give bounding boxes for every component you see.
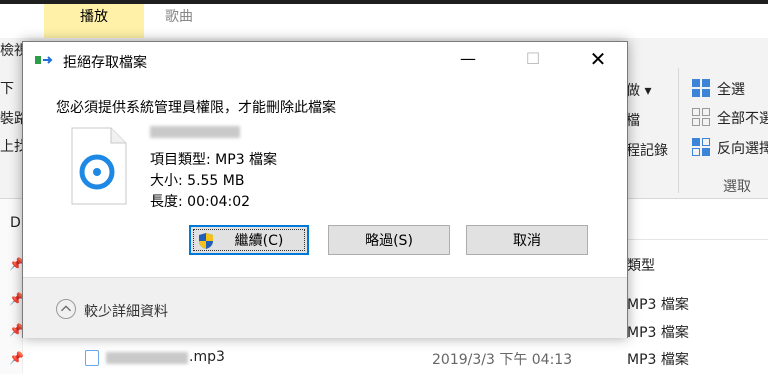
cancel-button[interactable]: 取消 — [466, 225, 588, 255]
row-type: MP3 檔案 — [627, 325, 689, 341]
file-size-line: 大小: 5.55 MB — [150, 173, 245, 189]
row-type: MP3 檔案 — [627, 297, 689, 313]
ribbon-divider — [678, 68, 679, 193]
audio-file-icon — [85, 350, 99, 366]
dialog-message: 您必須提供系統管理員權限，才能刪除此檔案 — [56, 100, 336, 116]
invert-selection-button[interactable]: 反向選擇 — [717, 138, 768, 158]
skip-button[interactable]: 略過(S) — [328, 225, 450, 255]
column-header-type[interactable]: 類型 — [627, 255, 655, 275]
less-details-toggle[interactable]: 較少詳細資料 — [56, 299, 168, 321]
file-transfer-icon — [35, 56, 53, 64]
select-all-button[interactable]: 全選 — [717, 79, 745, 99]
dialog-title: 拒絕存取檔案 — [63, 55, 147, 71]
row-filename-ext: .mp3 — [189, 349, 225, 365]
tab-play[interactable]: 播放 — [44, 4, 144, 38]
row-type: MP3 檔案 — [627, 352, 689, 368]
close-button[interactable]: ✕ — [578, 46, 618, 72]
minimize-button[interactable]: — — [448, 46, 488, 72]
access-denied-dialog: 拒絕存取檔案 — ☐ ✕ 您必須提供系統管理員權限，才能刪除此檔案 項目類型: … — [22, 41, 628, 338]
continue-button[interactable]: 繼續(C) — [189, 225, 309, 255]
history-button[interactable]: 程記錄 — [626, 140, 668, 160]
sort-dropdown[interactable]: 做 ▾ — [626, 80, 651, 100]
select-group-label: 選取 — [723, 179, 751, 195]
header-divider — [620, 239, 768, 240]
file-length-line: 長度: 00:04:02 — [150, 194, 251, 210]
select-none-button[interactable]: 全部不選 — [717, 108, 768, 128]
dialog-footer: 較少詳細資料 — [23, 277, 627, 338]
continue-label: 繼續(C) — [234, 233, 284, 249]
chevron-up-icon — [56, 299, 76, 319]
ribbon-fragment: 檔 — [626, 113, 640, 129]
file-type-line: 項目類型: MP3 檔案 — [150, 152, 278, 168]
blurred-filename — [106, 352, 188, 364]
select-none-icon — [692, 108, 710, 126]
row-date: 2019/3/3 下午 04:13 — [432, 352, 573, 368]
left-fragment-1: 下 — [0, 81, 14, 97]
tab-songs[interactable]: 歌曲 — [165, 4, 193, 38]
invert-selection-icon — [692, 138, 710, 156]
less-details-label: 較少詳細資料 — [84, 304, 168, 320]
uac-shield-icon — [199, 233, 213, 249]
maximize-button[interactable]: ☐ — [513, 46, 553, 72]
blurred-filename — [150, 126, 240, 138]
list-label: D — [10, 215, 21, 231]
media-file-icon — [71, 127, 127, 205]
pin-icon[interactable]: 📌 — [9, 351, 24, 365]
ribbon-tab-bar: 播放 歌曲 — [0, 4, 768, 38]
select-all-icon — [692, 79, 710, 97]
